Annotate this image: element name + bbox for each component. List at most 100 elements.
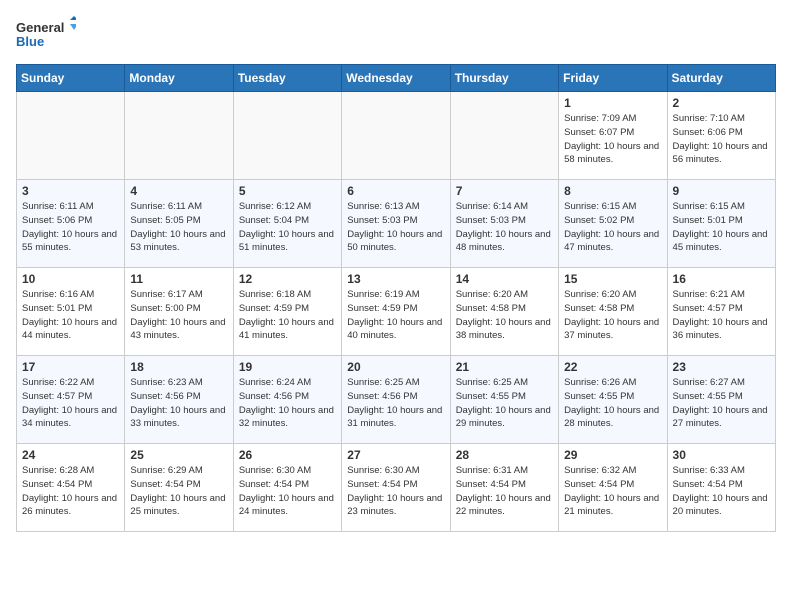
calendar-day-cell: 18 Sunrise: 6:23 AMSunset: 4:56 PMDayligh… (125, 356, 233, 444)
calendar-day-cell: 30 Sunrise: 6:33 AMSunset: 4:54 PMDayligh… (667, 444, 775, 532)
calendar-week-row: 24 Sunrise: 6:28 AMSunset: 4:54 PMDayligh… (17, 444, 776, 532)
day-info: Sunrise: 7:09 AMSunset: 6:07 PMDaylight:… (564, 112, 661, 167)
day-number: 18 (130, 360, 227, 374)
day-number: 29 (564, 448, 661, 462)
day-number: 3 (22, 184, 119, 198)
day-number: 22 (564, 360, 661, 374)
calendar-day-cell: 11 Sunrise: 6:17 AMSunset: 5:00 PMDayligh… (125, 268, 233, 356)
calendar-day-cell (233, 92, 341, 180)
weekday-header: Wednesday (342, 65, 450, 92)
calendar-day-cell: 15 Sunrise: 6:20 AMSunset: 4:58 PMDayligh… (559, 268, 667, 356)
svg-text:Blue: Blue (16, 34, 44, 49)
day-number: 1 (564, 96, 661, 110)
day-number: 21 (456, 360, 553, 374)
calendar-day-cell: 24 Sunrise: 6:28 AMSunset: 4:54 PMDayligh… (17, 444, 125, 532)
calendar-day-cell: 8 Sunrise: 6:15 AMSunset: 5:02 PMDaylight… (559, 180, 667, 268)
day-info: Sunrise: 6:16 AMSunset: 5:01 PMDaylight:… (22, 288, 119, 343)
day-info: Sunrise: 6:25 AMSunset: 4:56 PMDaylight:… (347, 376, 444, 431)
svg-text:General: General (16, 20, 64, 35)
day-number: 19 (239, 360, 336, 374)
day-info: Sunrise: 6:17 AMSunset: 5:00 PMDaylight:… (130, 288, 227, 343)
day-number: 30 (673, 448, 770, 462)
day-info: Sunrise: 6:15 AMSunset: 5:01 PMDaylight:… (673, 200, 770, 255)
day-info: Sunrise: 6:32 AMSunset: 4:54 PMDaylight:… (564, 464, 661, 519)
day-number: 15 (564, 272, 661, 286)
calendar-day-cell: 13 Sunrise: 6:19 AMSunset: 4:59 PMDayligh… (342, 268, 450, 356)
day-number: 24 (22, 448, 119, 462)
day-number: 5 (239, 184, 336, 198)
weekday-header: Saturday (667, 65, 775, 92)
day-info: Sunrise: 6:14 AMSunset: 5:03 PMDaylight:… (456, 200, 553, 255)
calendar-day-cell: 27 Sunrise: 6:30 AMSunset: 4:54 PMDayligh… (342, 444, 450, 532)
calendar-day-cell: 12Sunrise: 6:18 AMSunset: 4:59 PMDayligh… (233, 268, 341, 356)
day-info: Sunrise: 6:33 AMSunset: 4:54 PMDaylight:… (673, 464, 770, 519)
calendar-day-cell: 28Sunrise: 6:31 AMSunset: 4:54 PMDayligh… (450, 444, 558, 532)
weekday-header: Friday (559, 65, 667, 92)
day-number: 17 (22, 360, 119, 374)
day-number: 25 (130, 448, 227, 462)
calendar-day-cell: 14Sunrise: 6:20 AMSunset: 4:58 PMDayligh… (450, 268, 558, 356)
day-info: Sunrise: 6:30 AMSunset: 4:54 PMDaylight:… (347, 464, 444, 519)
weekday-header: Tuesday (233, 65, 341, 92)
calendar-week-row: 3Sunrise: 6:11 AMSunset: 5:06 PMDaylight… (17, 180, 776, 268)
weekday-header: Thursday (450, 65, 558, 92)
day-number: 9 (673, 184, 770, 198)
calendar-day-cell: 26 Sunrise: 6:30 AMSunset: 4:54 PMDayligh… (233, 444, 341, 532)
calendar-day-cell: 29 Sunrise: 6:32 AMSunset: 4:54 PMDayligh… (559, 444, 667, 532)
day-info: Sunrise: 6:23 AMSunset: 4:56 PMDaylight:… (130, 376, 227, 431)
day-info: Sunrise: 6:30 AMSunset: 4:54 PMDaylight:… (239, 464, 336, 519)
day-number: 10 (22, 272, 119, 286)
day-number: 11 (130, 272, 227, 286)
day-number: 4 (130, 184, 227, 198)
day-info: Sunrise: 6:25 AMSunset: 4:55 PMDaylight:… (456, 376, 553, 431)
calendar-table: SundayMondayTuesdayWednesdayThursdayFrid… (16, 64, 776, 532)
day-info: Sunrise: 6:11 AMSunset: 5:05 PMDaylight:… (130, 200, 227, 255)
day-info: Sunrise: 6:26 AMSunset: 4:55 PMDaylight:… (564, 376, 661, 431)
day-info: Sunrise: 6:31 AMSunset: 4:54 PMDaylight:… (456, 464, 553, 519)
calendar-day-cell: 3Sunrise: 6:11 AMSunset: 5:06 PMDaylight… (17, 180, 125, 268)
weekday-header: Sunday (17, 65, 125, 92)
day-number: 26 (239, 448, 336, 462)
day-number: 13 (347, 272, 444, 286)
day-number: 16 (673, 272, 770, 286)
calendar-day-cell (450, 92, 558, 180)
day-number: 20 (347, 360, 444, 374)
logo-svg: General Blue (16, 16, 76, 52)
day-info: Sunrise: 6:19 AMSunset: 4:59 PMDaylight:… (347, 288, 444, 343)
calendar-day-cell: 23Sunrise: 6:27 AMSunset: 4:55 PMDayligh… (667, 356, 775, 444)
calendar-day-cell (17, 92, 125, 180)
calendar-day-cell: 5 Sunrise: 6:12 AMSunset: 5:04 PMDaylight… (233, 180, 341, 268)
day-info: Sunrise: 7:10 AMSunset: 6:06 PMDaylight:… (673, 112, 770, 167)
day-number: 6 (347, 184, 444, 198)
day-info: Sunrise: 6:24 AMSunset: 4:56 PMDaylight:… (239, 376, 336, 431)
calendar-week-row: 10 Sunrise: 6:16 AMSunset: 5:01 PMDayligh… (17, 268, 776, 356)
day-number: 12 (239, 272, 336, 286)
calendar-day-cell: 6Sunrise: 6:13 AMSunset: 5:03 PMDaylight… (342, 180, 450, 268)
day-number: 14 (456, 272, 553, 286)
weekday-header: Monday (125, 65, 233, 92)
day-number: 8 (564, 184, 661, 198)
calendar-day-cell: 7 Sunrise: 6:14 AMSunset: 5:03 PMDaylight… (450, 180, 558, 268)
day-number: 27 (347, 448, 444, 462)
calendar-day-cell: 25 Sunrise: 6:29 AMSunset: 4:54 PMDayligh… (125, 444, 233, 532)
day-info: Sunrise: 6:12 AMSunset: 5:04 PMDaylight:… (239, 200, 336, 255)
logo: General Blue (16, 16, 76, 52)
calendar-day-cell (342, 92, 450, 180)
day-info: Sunrise: 6:28 AMSunset: 4:54 PMDaylight:… (22, 464, 119, 519)
calendar-day-cell: 16 Sunrise: 6:21 AMSunset: 4:57 PMDayligh… (667, 268, 775, 356)
calendar-day-cell: 9 Sunrise: 6:15 AMSunset: 5:01 PMDaylight… (667, 180, 775, 268)
calendar-day-cell: 19 Sunrise: 6:24 AMSunset: 4:56 PMDayligh… (233, 356, 341, 444)
weekday-header-row: SundayMondayTuesdayWednesdayThursdayFrid… (17, 65, 776, 92)
day-info: Sunrise: 6:21 AMSunset: 4:57 PMDaylight:… (673, 288, 770, 343)
calendar-day-cell: 1 Sunrise: 7:09 AMSunset: 6:07 PMDaylight… (559, 92, 667, 180)
day-info: Sunrise: 6:29 AMSunset: 4:54 PMDaylight:… (130, 464, 227, 519)
page-header: General Blue (16, 16, 776, 52)
day-number: 7 (456, 184, 553, 198)
calendar-day-cell: 20 Sunrise: 6:25 AMSunset: 4:56 PMDayligh… (342, 356, 450, 444)
calendar-week-row: 1 Sunrise: 7:09 AMSunset: 6:07 PMDaylight… (17, 92, 776, 180)
day-info: Sunrise: 6:15 AMSunset: 5:02 PMDaylight:… (564, 200, 661, 255)
calendar-day-cell (125, 92, 233, 180)
calendar-day-cell: 17Sunrise: 6:22 AMSunset: 4:57 PMDayligh… (17, 356, 125, 444)
day-info: Sunrise: 6:20 AMSunset: 4:58 PMDaylight:… (564, 288, 661, 343)
calendar-day-cell: 10 Sunrise: 6:16 AMSunset: 5:01 PMDayligh… (17, 268, 125, 356)
